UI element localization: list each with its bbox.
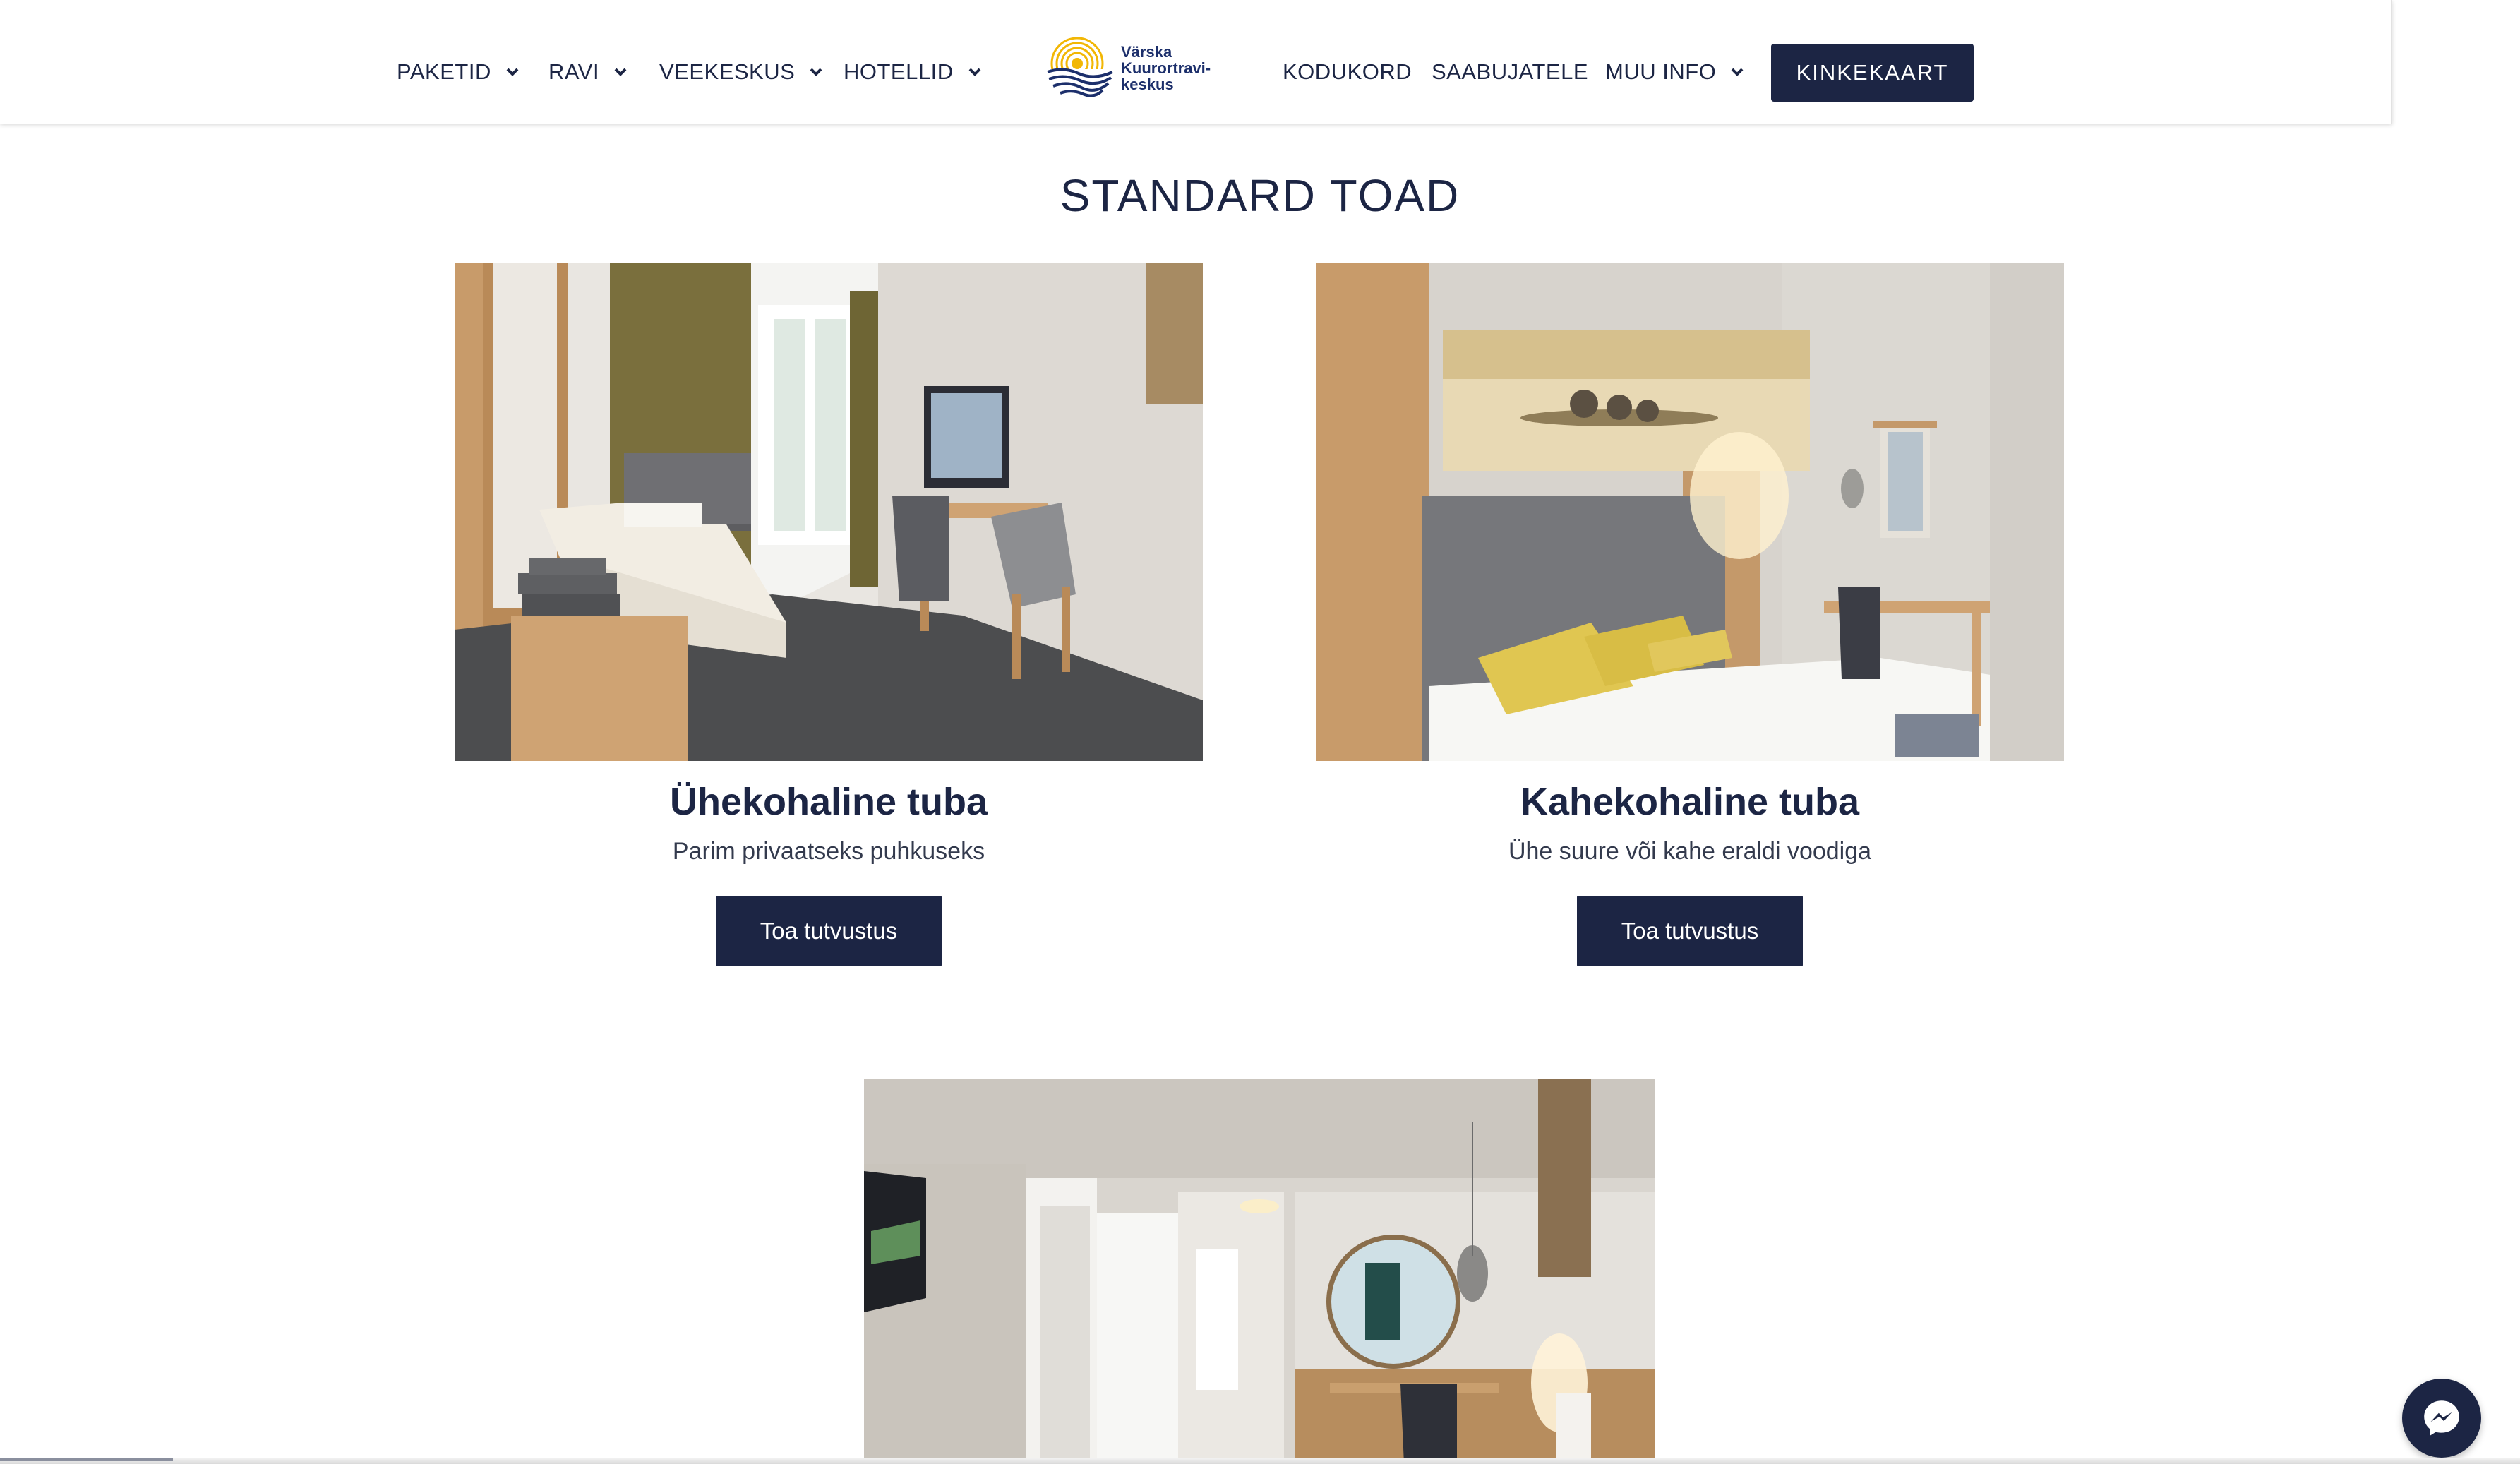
logo-line-3: keskus bbox=[1121, 75, 1174, 93]
gift-card-button[interactable]: KINKEKAART bbox=[1771, 44, 1974, 102]
logo-text: Värska Kuurortravi- keskus bbox=[1121, 44, 1211, 92]
nav-saabujatele[interactable]: SAABUJATELE bbox=[1432, 56, 1588, 88]
nav-paketid[interactable]: PAKETID bbox=[397, 56, 520, 88]
nav-ravi[interactable]: RAVI bbox=[548, 56, 628, 88]
double-room-photo[interactable] bbox=[1316, 263, 2064, 761]
nav-muu-info[interactable]: MUU INFO bbox=[1605, 56, 1744, 88]
nav-veekeskus[interactable]: VEEKESKUS bbox=[659, 56, 823, 88]
nav-paketid-label: PAKETID bbox=[397, 59, 491, 84]
single-room-description: Parim privaatseks puhkuseks bbox=[672, 838, 985, 865]
section-title: STANDARD TOAD bbox=[1060, 170, 1460, 221]
double-room-image bbox=[1316, 263, 2064, 761]
chevron-down-icon bbox=[614, 68, 627, 76]
double-room-title: Kahekohaline tuba bbox=[1520, 781, 1860, 823]
bottom-edge-bar bbox=[0, 1458, 2520, 1464]
chevron-down-icon bbox=[968, 68, 981, 76]
chevron-down-icon bbox=[810, 68, 822, 76]
nav-hotellid-label: HOTELLID bbox=[844, 59, 954, 84]
nav-veekeskus-label: VEEKESKUS bbox=[659, 59, 796, 84]
single-room-image bbox=[455, 263, 1203, 761]
logo-line-2: Kuurortravi- bbox=[1121, 59, 1211, 77]
nav-muu-info-label: MUU INFO bbox=[1605, 59, 1717, 84]
single-room-details-button[interactable]: Toa tutvustus bbox=[716, 896, 942, 966]
site-header: PAKETID RAVI VEEKESKUS HOTELLID Värska K… bbox=[0, 0, 2392, 124]
room-photo-third[interactable] bbox=[864, 1079, 1655, 1464]
site-logo[interactable]: Värska Kuurortravi- keskus bbox=[1045, 34, 1228, 102]
messenger-icon bbox=[2424, 1400, 2459, 1436]
chevron-down-icon bbox=[1731, 68, 1744, 76]
double-room-description: Ühe suure või kahe eraldi voodiga bbox=[1508, 838, 1872, 865]
logo-line-1: Värska bbox=[1121, 42, 1172, 61]
nav-kodukord[interactable]: KODUKORD bbox=[1283, 56, 1412, 88]
single-room-title: Ühekohaline tuba bbox=[669, 781, 988, 823]
nav-hotellid[interactable]: HOTELLID bbox=[844, 56, 982, 88]
sun-waves-logo-icon bbox=[1045, 37, 1115, 102]
nav-ravi-label: RAVI bbox=[548, 59, 600, 84]
double-room-details-button[interactable]: Toa tutvustus bbox=[1577, 896, 1803, 966]
single-room-photo[interactable] bbox=[455, 263, 1203, 761]
messenger-chat-button[interactable] bbox=[2402, 1379, 2481, 1458]
room-image-third bbox=[864, 1079, 1655, 1464]
chevron-down-icon bbox=[506, 68, 519, 76]
nav-kodukord-label: KODUKORD bbox=[1283, 59, 1412, 84]
nav-saabujatele-label: SAABUJATELE bbox=[1432, 59, 1589, 84]
bottom-edge-tab bbox=[0, 1458, 173, 1461]
